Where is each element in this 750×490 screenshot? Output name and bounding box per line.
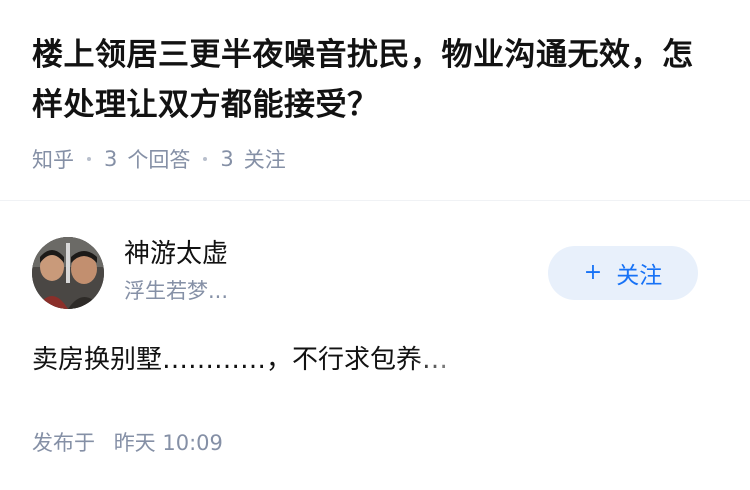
source-label[interactable]: 知乎 xyxy=(32,144,74,174)
author-row: 神游太虚 浮生若梦... + 关注 xyxy=(32,234,718,310)
plus-icon: + xyxy=(583,260,603,285)
publish-time-value: 昨天 10:09 xyxy=(113,431,223,455)
section-divider xyxy=(0,200,750,201)
follow-count: 3 xyxy=(220,147,234,171)
avatar[interactable] xyxy=(32,237,104,309)
publish-time-prefix: 发布于 xyxy=(32,431,95,455)
question-title[interactable]: 楼上领居三更半夜噪音扰民，物业沟通无效，怎样处理让双方都能接受？ xyxy=(32,30,722,130)
author-name[interactable]: 神游太虚 xyxy=(124,234,228,274)
question-header: 楼上领居三更半夜噪音扰民，物业沟通无效，怎样处理让双方都能接受？ 知乎 3 个回… xyxy=(32,30,722,174)
publish-time: 发布于 昨天 10:09 xyxy=(32,428,718,458)
follow-button-label: 关注 xyxy=(616,263,663,289)
answer-count-label[interactable]: 个回答 xyxy=(127,144,190,174)
answer-content[interactable]: 卖房换别墅…………，不行求包养… xyxy=(32,340,532,384)
avatar-photo-icon xyxy=(32,237,104,309)
text-fade-overlay xyxy=(412,340,532,384)
answer-excerpt: 卖房换别墅…………，不行求包养… xyxy=(32,345,449,375)
separator-dot xyxy=(87,157,91,161)
answer-count: 3 xyxy=(104,147,118,171)
separator-dot xyxy=(203,157,208,161)
answer-card[interactable]: 神游太虚 浮生若梦... + 关注 卖房换别墅…………，不行求包养… 发布于 昨… xyxy=(32,234,718,458)
author-info: 神游太虚 浮生若梦... xyxy=(124,234,228,306)
follow-button[interactable]: + 关注 xyxy=(548,246,698,300)
author-bio: 浮生若梦... xyxy=(124,279,229,303)
follow-count-label[interactable]: 关注 xyxy=(244,144,286,174)
question-meta: 知乎 3 个回答 3 关注 xyxy=(32,144,722,174)
